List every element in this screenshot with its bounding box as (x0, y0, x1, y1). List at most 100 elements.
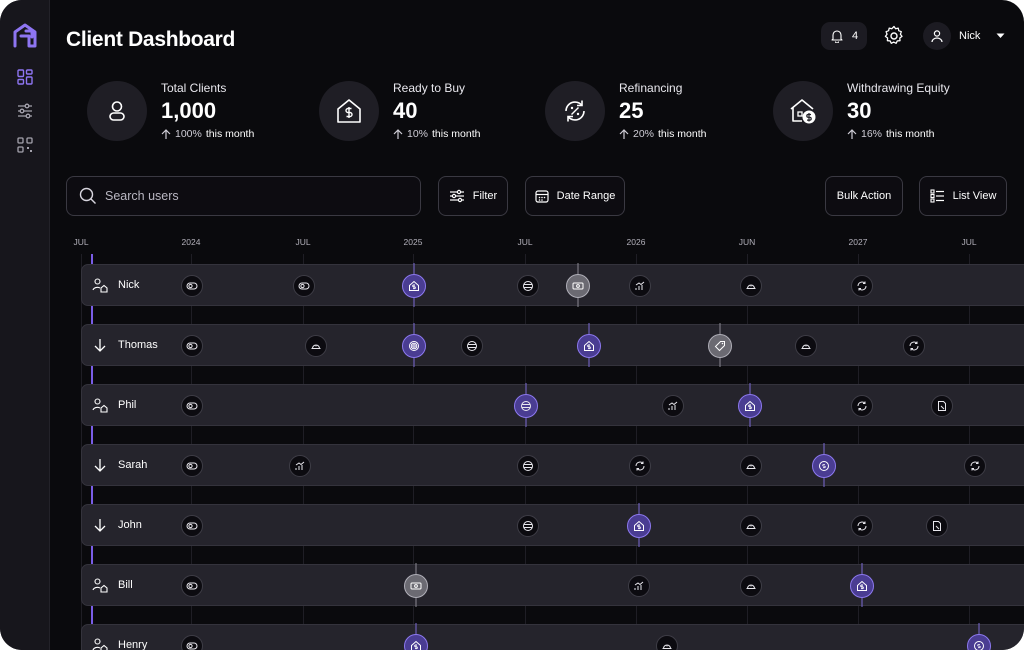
list-view-button[interactable]: List View (919, 176, 1007, 216)
timeline-row[interactable]: Phil (81, 383, 1024, 427)
timeline-row[interactable]: Nick (81, 263, 1024, 307)
timeline-row[interactable]: Sarah (81, 443, 1024, 487)
hardhat-icon[interactable] (740, 515, 762, 537)
coins-icon[interactable] (181, 395, 203, 417)
arrow-up-icon (619, 128, 629, 139)
arrow-up-icon (847, 128, 857, 139)
timeline-row[interactable]: Henry (81, 623, 1024, 650)
globe-icon[interactable] (517, 455, 539, 477)
stat-value: 1,000 (161, 98, 217, 123)
client-name: Henry (118, 639, 148, 650)
client-name: John (118, 519, 142, 531)
stat-change: 100% this month (161, 128, 254, 140)
house-dollar-icon[interactable] (738, 394, 762, 418)
coin-refresh-icon[interactable] (812, 454, 836, 478)
client-name: Sarah (118, 459, 148, 471)
tag-icon[interactable] (708, 334, 732, 358)
timeline-tick: JUL (961, 237, 977, 247)
globe-icon[interactable] (517, 515, 539, 537)
list-view-label: List View (952, 190, 997, 202)
globe-icon[interactable] (514, 394, 538, 418)
stat-change-suffix: this month (658, 128, 707, 140)
timeline-row[interactable]: Bill (81, 563, 1024, 607)
cash-icon[interactable] (566, 274, 590, 298)
coins-icon[interactable] (181, 575, 203, 597)
timeline-tick: 2025 (403, 237, 423, 247)
search-box (66, 176, 421, 216)
refresh-icon[interactable] (851, 395, 873, 417)
coins-icon[interactable] (293, 275, 315, 297)
settings-gear-icon[interactable] (882, 24, 906, 48)
hardhat-icon[interactable] (740, 275, 762, 297)
timeline-tick: JUN (738, 237, 756, 247)
client-name: Bill (118, 579, 133, 591)
user-menu[interactable]: Nick (923, 22, 1007, 50)
coins-icon[interactable] (181, 455, 203, 477)
timeline-tick: 2027 (848, 237, 868, 247)
notification-count: 4 (851, 30, 859, 42)
coins-icon[interactable] (181, 335, 203, 357)
qr-code-icon[interactable] (16, 136, 34, 154)
date-range-button[interactable]: Date Range (525, 176, 625, 216)
document-icon[interactable] (931, 395, 953, 417)
user-house-icon (92, 637, 108, 650)
chart-up-icon[interactable] (662, 395, 684, 417)
coins-icon[interactable] (181, 635, 203, 650)
hardhat-icon[interactable] (740, 575, 762, 597)
coin-refresh-icon[interactable] (967, 634, 991, 650)
hardhat-icon[interactable] (795, 335, 817, 357)
hardhat-icon[interactable] (305, 335, 327, 357)
house-dollar-icon[interactable] (627, 514, 651, 538)
hardhat-icon[interactable] (656, 635, 678, 650)
timeline-row[interactable]: John (81, 503, 1024, 547)
arrow-down-icon (92, 457, 108, 473)
timeline-tick: 2024 (181, 237, 201, 247)
refresh-icon[interactable] (903, 335, 925, 357)
chevron-down-icon (996, 33, 1005, 38)
stat-label: Ready to Buy (393, 81, 466, 95)
stat-change-suffix: this month (205, 128, 255, 140)
document-icon[interactable] (926, 515, 948, 537)
stat-change-value: 16% (861, 128, 883, 140)
house-dollar-icon[interactable] (850, 574, 874, 598)
row-label: Sarah (92, 445, 147, 485)
user-icon (931, 30, 943, 43)
hardhat-icon[interactable] (740, 455, 762, 477)
app-logo-icon[interactable] (12, 22, 38, 48)
stat-value: 30 (847, 98, 872, 123)
refresh-icon[interactable] (964, 455, 986, 477)
filter-sliders-icon (449, 189, 464, 203)
bulk-action-button[interactable]: Bulk Action (825, 176, 903, 216)
notifications-button[interactable]: 4 (821, 22, 867, 50)
stat-icon-circle (319, 81, 379, 141)
stat-icon-circle (545, 81, 605, 141)
timeline-tick: JUL (517, 237, 533, 247)
stat-label: Withdrawing Equity (847, 81, 950, 95)
chart-up-icon[interactable] (629, 275, 651, 297)
house-dollar-icon[interactable] (404, 634, 428, 650)
coins-icon[interactable] (181, 515, 203, 537)
spiral-icon[interactable] (402, 334, 426, 358)
sliders-icon[interactable] (16, 102, 34, 120)
house-dollar-icon[interactable] (402, 274, 426, 298)
chart-up-icon[interactable] (628, 575, 650, 597)
globe-icon[interactable] (517, 275, 539, 297)
house-dollar-icon (337, 99, 361, 123)
filter-button[interactable]: Filter (438, 176, 508, 216)
house-coin-icon (790, 99, 816, 124)
refresh-icon[interactable] (629, 455, 651, 477)
refresh-icon[interactable] (851, 275, 873, 297)
stat-icon-circle (87, 81, 147, 141)
timeline-row[interactable]: Thomas (81, 323, 1024, 367)
house-dollar-icon[interactable] (577, 334, 601, 358)
refresh-icon[interactable] (851, 515, 873, 537)
row-label: Thomas (92, 325, 158, 365)
coins-icon[interactable] (181, 275, 203, 297)
dashboard-grid-icon[interactable] (16, 68, 34, 86)
client-name: Thomas (118, 339, 158, 351)
stat-change-value: 10% (407, 128, 429, 140)
globe-icon[interactable] (461, 335, 483, 357)
search-input[interactable] (105, 189, 395, 203)
chart-up-icon[interactable] (289, 455, 311, 477)
cash-icon[interactable] (404, 574, 428, 598)
